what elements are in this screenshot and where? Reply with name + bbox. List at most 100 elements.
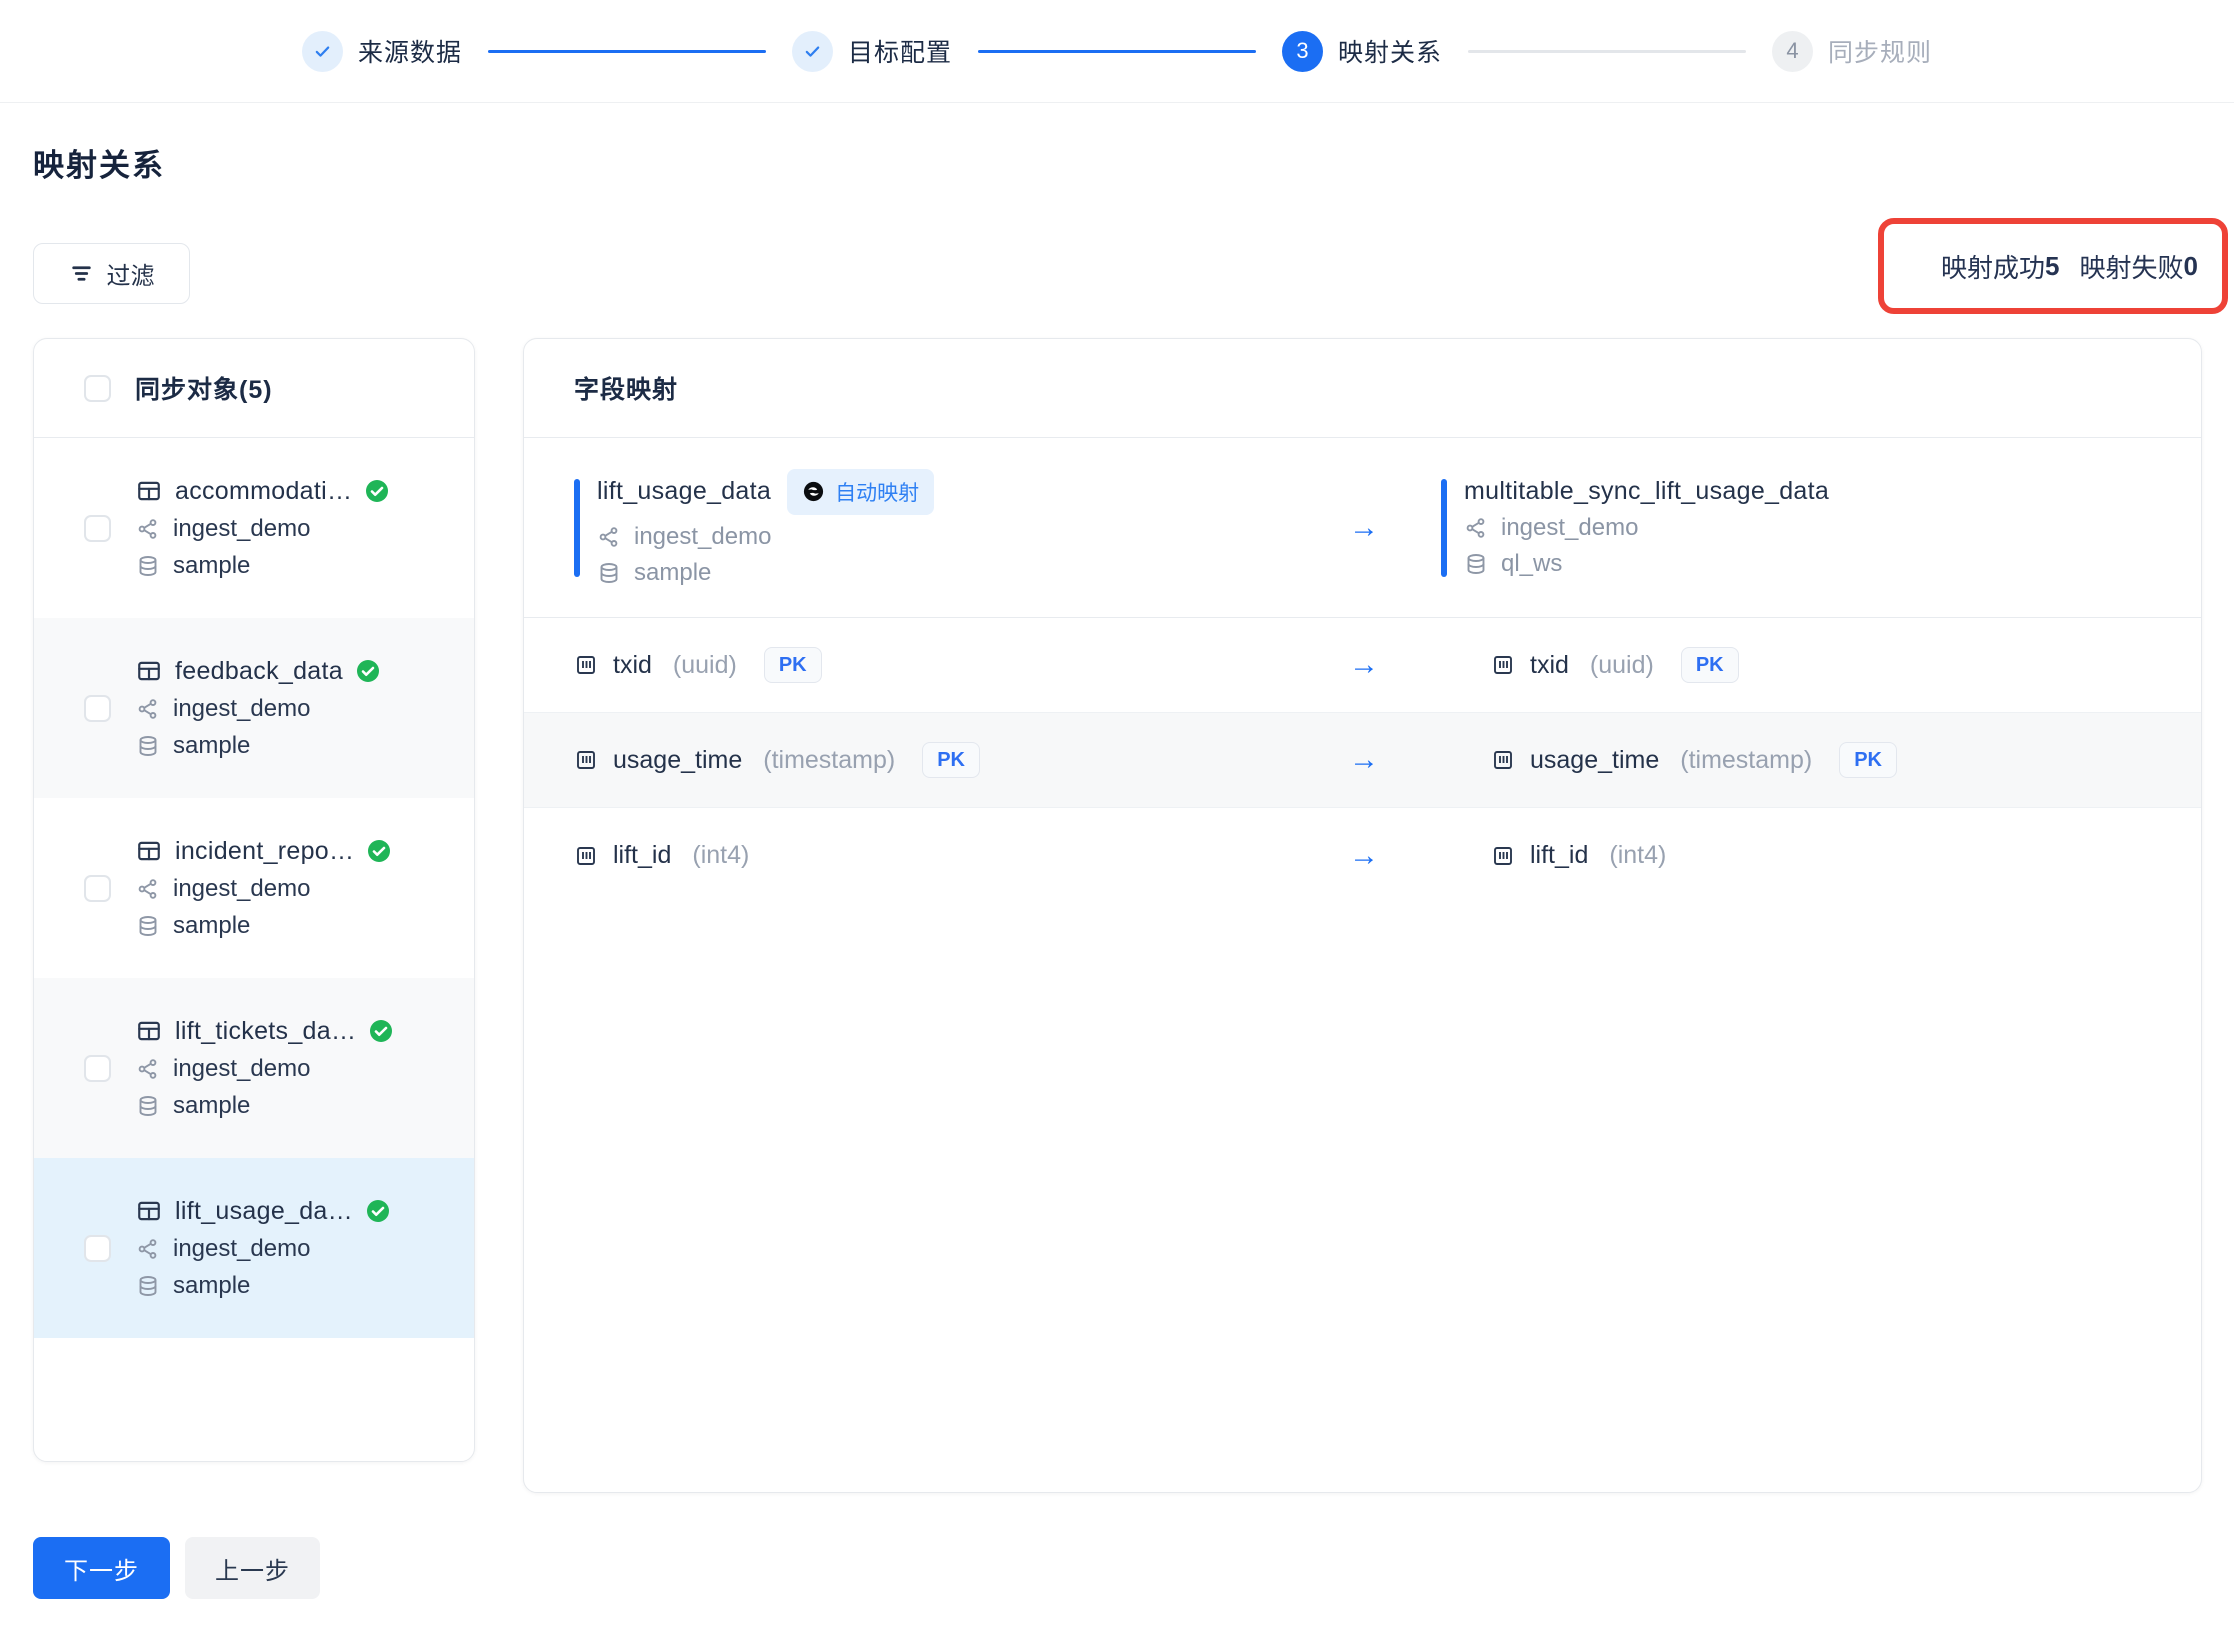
next-step-button[interactable]: 下一步: [33, 1537, 170, 1599]
field-icon: [1491, 653, 1515, 677]
database-icon: [136, 554, 160, 578]
object-info: accommodati… ingest_demo sample: [136, 477, 389, 580]
mapping-arrow-icon: →: [1324, 839, 1404, 873]
success-check-icon: [365, 479, 389, 503]
source-database: sample: [634, 559, 711, 587]
database-icon: [136, 734, 160, 758]
stepper-connector: [1468, 50, 1746, 53]
mapping-arrow-icon: →: [1324, 743, 1404, 777]
stepper-step[interactable]: 3 映射关系: [1282, 31, 1442, 72]
sync-object-item[interactable]: accommodati… ingest_demo sample: [34, 438, 474, 618]
table-icon: [136, 838, 162, 864]
sync-objects-title: 同步对象(5): [135, 370, 273, 406]
pipeline-icon: [136, 1057, 160, 1081]
source-field-cell: usage_time (timestamp) PK: [524, 742, 1324, 778]
sync-object-item[interactable]: lift_usage_da… ingest_demo sample: [34, 1158, 474, 1338]
sync-objects-panel: 同步对象(5) accommodati… ingest_demo: [33, 338, 475, 1462]
mapping-arrow-icon: →: [1324, 511, 1404, 545]
stepper-step[interactable]: 目标配置: [792, 31, 952, 72]
pipeline-icon: [136, 1237, 160, 1261]
target-field-name: txid: [1530, 651, 1569, 680]
source-field-name: usage_time: [613, 746, 742, 775]
target-field-type: (int4): [1609, 841, 1666, 870]
sync-object-item[interactable]: feedback_data ingest_demo sample: [34, 618, 474, 798]
fail-count: 0: [2184, 251, 2198, 282]
table-icon: [136, 478, 162, 504]
source-accent-bar: [574, 479, 580, 577]
success-label: 映射成功: [1941, 248, 2045, 285]
target-table-name: multitable_sync_lift_usage_data: [1464, 477, 1829, 506]
filter-label: 过滤: [107, 256, 155, 291]
object-checkbox[interactable]: [84, 515, 111, 542]
object-info: lift_usage_da… ingest_demo sample: [136, 1197, 390, 1300]
field-mapping-title: 字段映射: [574, 370, 678, 406]
object-info: lift_tickets_da… ingest_demo sample: [136, 1017, 393, 1120]
check-icon: [312, 41, 333, 62]
target-field-type: (uuid): [1590, 651, 1654, 680]
filter-button[interactable]: 过滤: [33, 243, 190, 304]
pipeline-icon: [136, 697, 160, 721]
source-field-type: (uuid): [673, 651, 737, 680]
step-circle: 3: [1282, 31, 1323, 72]
pipeline-icon: [136, 877, 160, 901]
pipeline-icon: [136, 517, 160, 541]
step-number: 3: [1296, 38, 1308, 64]
stepper-step[interactable]: 来源数据: [302, 31, 462, 72]
step-circle: [302, 31, 343, 72]
step-label: 映射关系: [1338, 33, 1442, 69]
target-database: ql_ws: [1501, 550, 1562, 578]
object-name: feedback_data: [175, 657, 343, 686]
pipeline-name: ingest_demo: [173, 875, 310, 903]
sync-object-item[interactable]: lift_tickets_da… ingest_demo sample: [34, 978, 474, 1158]
target-field-cell: txid (uuid) PK: [1404, 647, 2201, 683]
step-label: 目标配置: [848, 33, 952, 69]
auto-badge-label: 自动映射: [835, 477, 919, 507]
object-info: incident_repo… ingest_demo sample: [136, 837, 391, 940]
pipeline-name: ingest_demo: [173, 515, 310, 543]
object-checkbox[interactable]: [84, 695, 111, 722]
sync-objects-list: accommodati… ingest_demo sample: [34, 438, 474, 1338]
source-field-name: lift_id: [613, 841, 671, 870]
object-name: lift_usage_da…: [175, 1197, 353, 1226]
object-name: incident_repo…: [175, 837, 354, 866]
fail-label: 映射失败: [2080, 248, 2184, 285]
sync-wizard-page: 来源数据 目标配置 3 映射关系: [0, 0, 2234, 1630]
pk-badge: PK: [1681, 647, 1739, 683]
pk-badge: PK: [764, 647, 822, 683]
step-number: 4: [1786, 38, 1798, 64]
field-icon: [574, 748, 598, 772]
select-all-checkbox[interactable]: [84, 375, 111, 402]
object-name: accommodati…: [175, 477, 352, 506]
previous-step-button[interactable]: 上一步: [185, 1537, 320, 1599]
step-label: 同步规则: [1828, 33, 1932, 69]
object-checkbox[interactable]: [84, 875, 111, 902]
source-table-cell: lift_usage_data 自动映射: [524, 469, 1324, 587]
object-checkbox[interactable]: [84, 1055, 111, 1082]
source-field-cell: lift_id (int4): [524, 841, 1324, 870]
database-name: sample: [173, 1272, 250, 1300]
pipeline-name: ingest_demo: [173, 1235, 310, 1263]
object-info: feedback_data ingest_demo sample: [136, 657, 380, 760]
field-rows: txid (uuid) PK → txid (uuid) PK usage_ti…: [524, 618, 2201, 903]
object-checkbox[interactable]: [84, 1235, 111, 1262]
pipeline-name: ingest_demo: [173, 695, 310, 723]
table-icon: [136, 1018, 162, 1044]
table-icon: [136, 658, 162, 684]
stepper-step[interactable]: 4 同步规则: [1772, 31, 1932, 72]
wizard-stepper: 来源数据 目标配置 3 映射关系: [0, 0, 2234, 103]
sync-object-item[interactable]: incident_repo… ingest_demo sample: [34, 798, 474, 978]
database-name: sample: [173, 912, 250, 940]
check-icon: [802, 41, 823, 62]
source-field-cell: txid (uuid) PK: [524, 647, 1324, 683]
target-field-cell: usage_time (timestamp) PK: [1404, 742, 2201, 778]
field-icon: [574, 653, 598, 677]
pipeline-name: ingest_demo: [173, 1055, 310, 1083]
mapping-arrow-icon: →: [1324, 648, 1404, 682]
source-field-type: (timestamp): [763, 746, 895, 775]
stepper-connector: [488, 50, 766, 53]
field-icon: [1491, 748, 1515, 772]
field-icon: [574, 844, 598, 868]
success-check-icon: [366, 1199, 390, 1223]
success-count: 5: [2045, 251, 2059, 282]
target-pipeline: ingest_demo: [1501, 514, 1638, 542]
